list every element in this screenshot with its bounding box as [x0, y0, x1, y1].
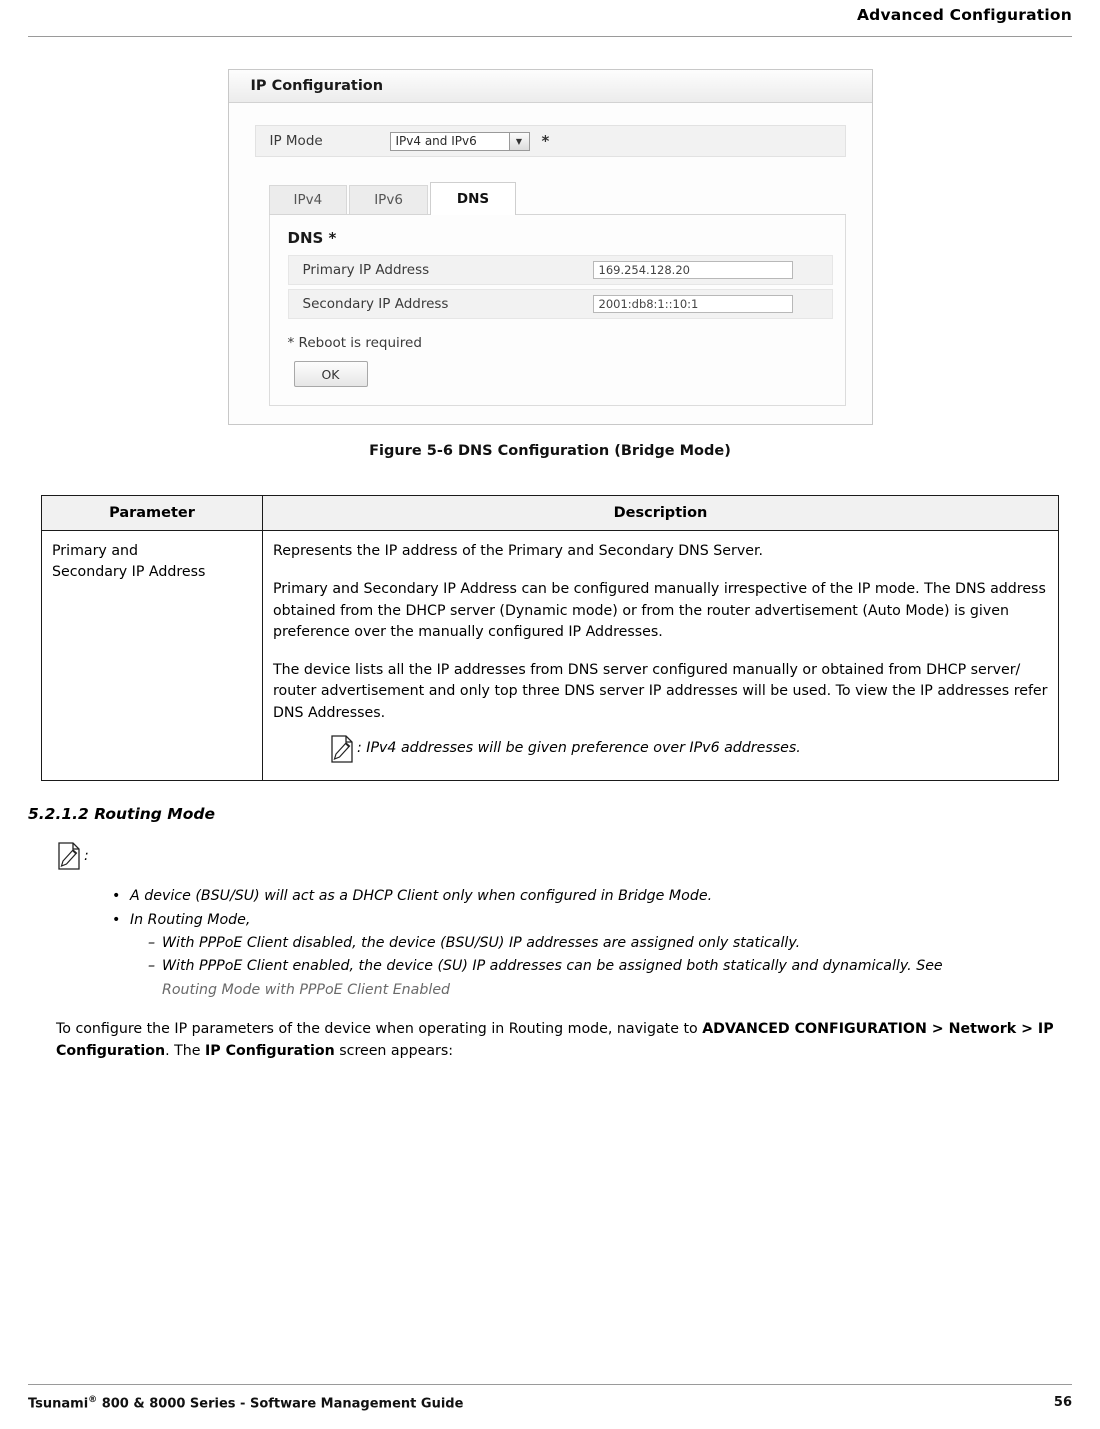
parameter-line-2: Secondary IP Address — [52, 564, 206, 581]
cell-description: Represents the IP address of the Primary… — [262, 529, 1059, 782]
secondary-ip-input[interactable]: 2001:db8:1::10:1 — [592, 295, 793, 313]
list-item: • A device (BSU/SU) will act as a DHCP C… — [112, 885, 1072, 908]
footer-product: Tsunami — [28, 1396, 89, 1411]
description-paragraph-1: Represents the IP address of the Primary… — [273, 543, 764, 559]
bullet-marker: • — [112, 911, 121, 928]
chevron-down-icon[interactable]: ▼ — [508, 132, 529, 150]
page-footer: Tsunami® 800 & 8000 Series - Software Ma… — [28, 1395, 1072, 1411]
bullet-text: In Routing Mode, — [130, 911, 251, 928]
cross-reference-link[interactable]: Routing Mode with PPPoE Client Enabled — [162, 982, 450, 998]
header-divider — [28, 36, 1072, 37]
sub-bullet-text: With PPPoE Client disabled, the device (… — [162, 934, 801, 951]
parameter-line-1: Primary and — [52, 543, 139, 559]
primary-ip-label: Primary IP Address — [302, 262, 430, 278]
registered-mark: ® — [88, 1394, 98, 1405]
footer-divider — [28, 1384, 1072, 1385]
description-paragraph-2: Primary and Secondary IP Address can be … — [273, 581, 1046, 640]
tab-dns[interactable]: DNS — [429, 182, 517, 215]
list-item: • In Routing Mode, — [112, 909, 1072, 932]
table-header-row: Parameter Description — [41, 495, 1059, 531]
note-pencil-icon — [329, 734, 355, 764]
section-paragraph: To configure the IP parameters of the de… — [56, 1018, 1096, 1062]
note-text: : IPv4 addresses will be given preferenc… — [357, 740, 801, 757]
primary-ip-row: Primary IP Address 169.254.128.20 — [287, 255, 833, 285]
page-header: Advanced Configuration — [856, 6, 1072, 24]
ip-configuration-window: IP Configuration IP Mode IPv4 and IPv6 ▼… — [227, 69, 873, 425]
paragraph-part-2: . The — [165, 1043, 206, 1060]
section-bullet-list: • A device (BSU/SU) will act as a DHCP C… — [112, 885, 1072, 1002]
ip-mode-select[interactable]: IPv4 and IPv6 ▼ — [389, 131, 530, 151]
description-paragraph-3: The device lists all the IP addresses fr… — [273, 662, 1048, 721]
tab-bar: IPv4 IPv6 DNS — [268, 181, 846, 215]
dns-panel-title: DNS * — [287, 229, 337, 247]
ok-button[interactable]: OK — [293, 361, 368, 387]
dash-marker: – — [148, 934, 156, 951]
figure-caption: Figure 5-6 DNS Configuration (Bridge Mod… — [369, 443, 731, 459]
paragraph-bold-2: IP Configuration — [205, 1043, 335, 1060]
sub-bullet-text: With PPPoE Client enabled, the device (S… — [162, 958, 943, 975]
header-parameter: Parameter — [41, 495, 263, 531]
sub-bullet-text-wrap: With PPPoE Client enabled, the device (S… — [162, 955, 943, 1002]
note-pencil-icon — [56, 841, 82, 871]
section-heading: 5.2.1.2 Routing Mode — [28, 805, 215, 824]
page-number: 56 — [1053, 1394, 1072, 1410]
paragraph-part-3: screen appears: — [334, 1043, 454, 1060]
list-item: – With PPPoE Client disabled, the device… — [148, 932, 1072, 955]
list-item: – With PPPoE Client enabled, the device … — [148, 955, 1072, 1002]
dns-panel: DNS * Primary IP Address 169.254.128.20 … — [268, 215, 846, 406]
figure-image: IP Configuration IP Mode IPv4 and IPv6 ▼… — [28, 69, 1072, 425]
primary-ip-input[interactable]: 169.254.128.20 — [592, 261, 793, 279]
section-note: : — [56, 841, 1072, 871]
header-description: Description — [262, 495, 1059, 531]
secondary-ip-row: Secondary IP Address 2001:db8:1::10:1 — [287, 289, 833, 319]
bullet-text: A device (BSU/SU) will act as a DHCP Cli… — [130, 888, 713, 905]
dash-marker: – — [148, 958, 156, 975]
cell-parameter: Primary and Secondary IP Address — [41, 529, 263, 782]
section-note-text: : — [84, 848, 89, 865]
ip-mode-row: IP Mode IPv4 and IPv6 ▼ * — [254, 125, 846, 157]
window-title: IP Configuration — [228, 70, 872, 103]
table-row: Primary and Secondary IP Address Represe… — [41, 529, 1059, 782]
tab-ipv4[interactable]: IPv4 — [268, 185, 348, 214]
footer-product-suffix: 800 & 8000 Series - Software Management … — [97, 1396, 464, 1411]
required-marker: * — [541, 132, 550, 150]
document-page: Advanced Configuration IP Configuration … — [0, 0, 1100, 1429]
ip-mode-selected-value: IPv4 and IPv6 — [395, 134, 477, 148]
window-body: IP Mode IPv4 and IPv6 ▼ * IPv4 IPv6 DNS … — [228, 103, 872, 424]
bullet-marker: • — [112, 888, 121, 905]
note-row: : IPv4 addresses will be given preferenc… — [329, 734, 1048, 764]
ip-mode-label: IP Mode — [269, 133, 323, 149]
footer-left: Tsunami® 800 & 8000 Series - Software Ma… — [28, 1395, 463, 1411]
reboot-required-note: * Reboot is required — [287, 335, 422, 351]
sub-bullet-list: – With PPPoE Client disabled, the device… — [148, 932, 1072, 1002]
tab-ipv6[interactable]: IPv6 — [349, 185, 428, 214]
secondary-ip-label: Secondary IP Address — [302, 296, 449, 312]
paragraph-part-1: To configure the IP parameters of the de… — [56, 1021, 703, 1038]
parameter-table: Parameter Description Primary and Second… — [41, 495, 1059, 782]
